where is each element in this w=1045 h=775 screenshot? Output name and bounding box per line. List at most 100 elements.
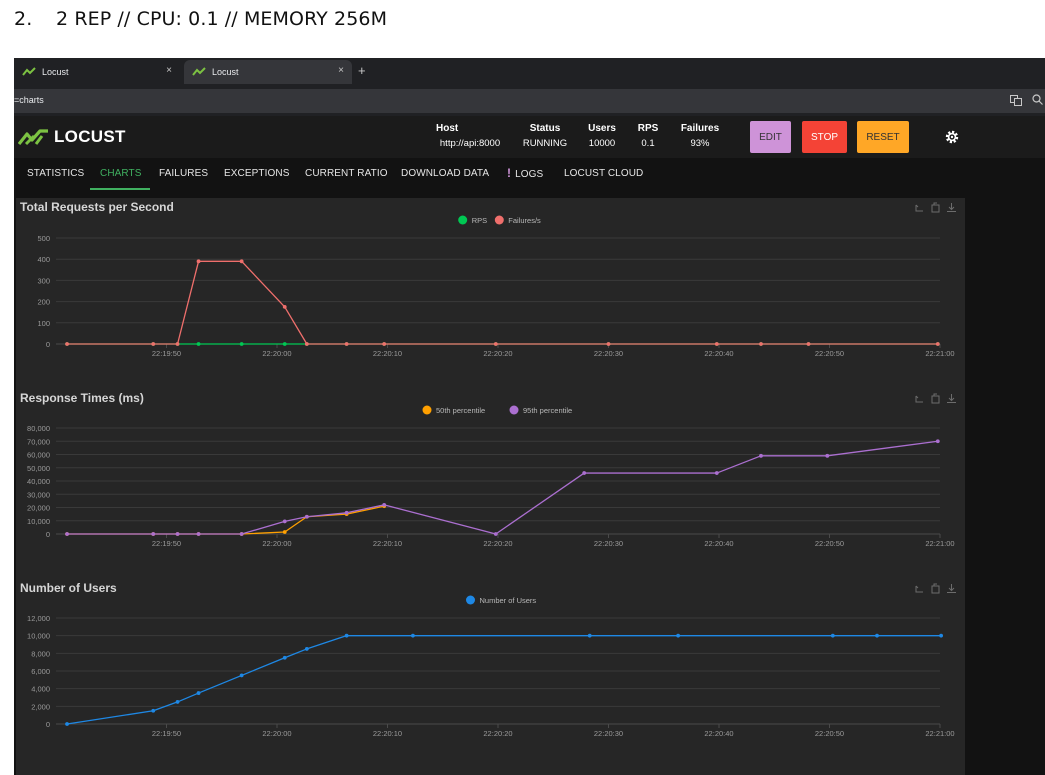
y-tick-label: 400 [37,255,50,264]
gear-icon[interactable] [944,129,960,145]
stat-rps: RPS 0.1 [632,123,664,149]
x-tick-label: 22:20:40 [704,539,733,548]
translate-icon[interactable] [1010,94,1022,106]
data-point [196,259,201,264]
locust-app: LOCUST Host http://api:8000 Status RUNNI… [14,116,1045,775]
series-line [67,260,938,345]
x-tick-label: 22:20:30 [594,729,623,738]
y-tick-label: 60,000 [27,451,50,460]
legend-marker [494,215,504,225]
stat-host-value: http://api:8000 [439,138,501,149]
data-point [606,342,611,346]
chart-users[interactable]: 0 2,000 4,000 6,000 8,000 10,000 12,000 22:19:5… [16,578,965,768]
browser-tab-1[interactable]: Locust × [14,60,180,84]
data-point [304,514,309,519]
tab-logs[interactable]: ! LOGS [507,166,543,180]
data-point [830,633,835,638]
browser-window: Locust × Locust × + =charts LOCUST Host … [14,58,1045,775]
x-tick-label: 22:19:50 [152,729,181,738]
stat-failures: Failures 93% [675,123,725,149]
locust-favicon-icon [22,67,36,76]
browser-tabstrip: Locust × Locust × + [14,58,1045,84]
browser-tab-title: Locust [212,67,239,77]
y-tick-label: 40,000 [27,477,50,486]
data-point [175,700,180,704]
x-tick-label: 22:19:50 [152,539,181,548]
series-line [67,505,385,535]
data-point [239,532,244,536]
edit-button[interactable]: EDIT [750,121,791,153]
y-tick-label: 20,000 [27,504,50,513]
x-tick-label: 22:20:10 [373,729,402,738]
y-tick-label: 50,000 [27,464,50,473]
x-tick-label: 22:21:00 [925,349,954,358]
data-point [676,633,681,638]
stat-status: Status RUNNING [519,123,571,149]
data-point [714,342,719,346]
zoom-icon[interactable] [1032,94,1043,105]
legend-item: Failures/s [508,216,541,225]
tab-charts[interactable]: CHARTS [100,168,142,179]
data-point [151,532,156,536]
tab-close-icon[interactable]: × [338,65,344,76]
y-tick-label: 8,000 [31,649,50,658]
data-point [175,342,180,346]
series-line [66,635,942,725]
chart-response-times[interactable]: 0 10,000 20,000 30,000 40,000 50,000 60,000 70,… [16,388,965,578]
data-point [196,532,201,536]
tab-download-data[interactable]: DOWNLOAD DATA [401,168,489,179]
stat-status-value: RUNNING [522,138,568,149]
locust-favicon-icon [192,67,206,76]
document-heading: 2. 2 REP // CPU: 0.1 // MEMORY 256M [14,8,387,30]
stat-failures-label: Failures [680,123,720,134]
data-point [239,673,244,678]
charts-panel: Total Requests per Second 0 100 200 300 400 5… [16,198,965,775]
logo-text: LOCUST [54,127,126,146]
data-point [493,342,498,346]
data-point [239,259,244,264]
stat-failures-value: 93% [690,138,710,149]
x-tick-label: 22:20:50 [815,349,844,358]
address-bar[interactable]: =charts [14,89,1045,113]
tab-statistics[interactable]: STATISTICS [27,168,84,179]
tab-current-ratio[interactable]: CURRENT RATIO [305,168,388,179]
data-point [151,708,156,713]
data-point [759,453,763,458]
browser-tab-2[interactable]: Locust × [184,60,352,84]
heading-text: 2 REP // CPU: 0.1 // MEMORY 256M [56,8,388,30]
data-point [344,342,349,346]
tab-exceptions[interactable]: EXCEPTIONS [224,168,289,179]
x-tick-label: 22:20:40 [704,729,733,738]
locust-logo[interactable]: LOCUST [18,127,126,147]
x-tick-label: 22:21:00 [925,539,954,548]
reset-button[interactable]: RESET [857,121,909,153]
stat-rps-label: RPS [637,123,659,134]
chart-rps[interactable]: 0 100 200 300 400 500 22:19:50 22:20:00 22:20:10… [16,198,965,388]
data-point [282,342,287,346]
stat-rps-value: 0.1 [641,138,655,149]
tab-failures[interactable]: FAILURES [159,168,208,179]
heading-number: 2. [14,8,33,30]
y-tick-label: 500 [37,234,50,243]
url-text[interactable]: =charts [14,95,44,105]
y-tick-label: 10,000 [27,517,50,526]
x-tick-label: 22:20:00 [262,539,291,548]
stop-button[interactable]: STOP [802,121,847,153]
data-point [939,633,944,638]
data-point [282,519,287,524]
x-tick-label: 22:20:50 [815,539,844,548]
y-tick-label: 4,000 [31,685,50,694]
legend-marker [458,215,468,225]
tab-locust-cloud[interactable]: LOCUST CLOUD [564,168,643,179]
tab-close-icon[interactable]: × [166,65,172,76]
stat-users-value: 10000 [588,138,616,149]
browser-tab-title: Locust [42,67,69,77]
stat-users-label: Users [588,123,616,134]
x-tick-label: 22:20:40 [704,349,733,358]
data-point [344,633,349,638]
new-tab-button[interactable]: + [358,63,366,78]
stat-host: Host http://api:8000 [432,123,508,149]
tab-logs-label: LOGS [515,169,544,180]
data-point [151,342,156,346]
stat-users: Users 10000 [583,123,621,149]
